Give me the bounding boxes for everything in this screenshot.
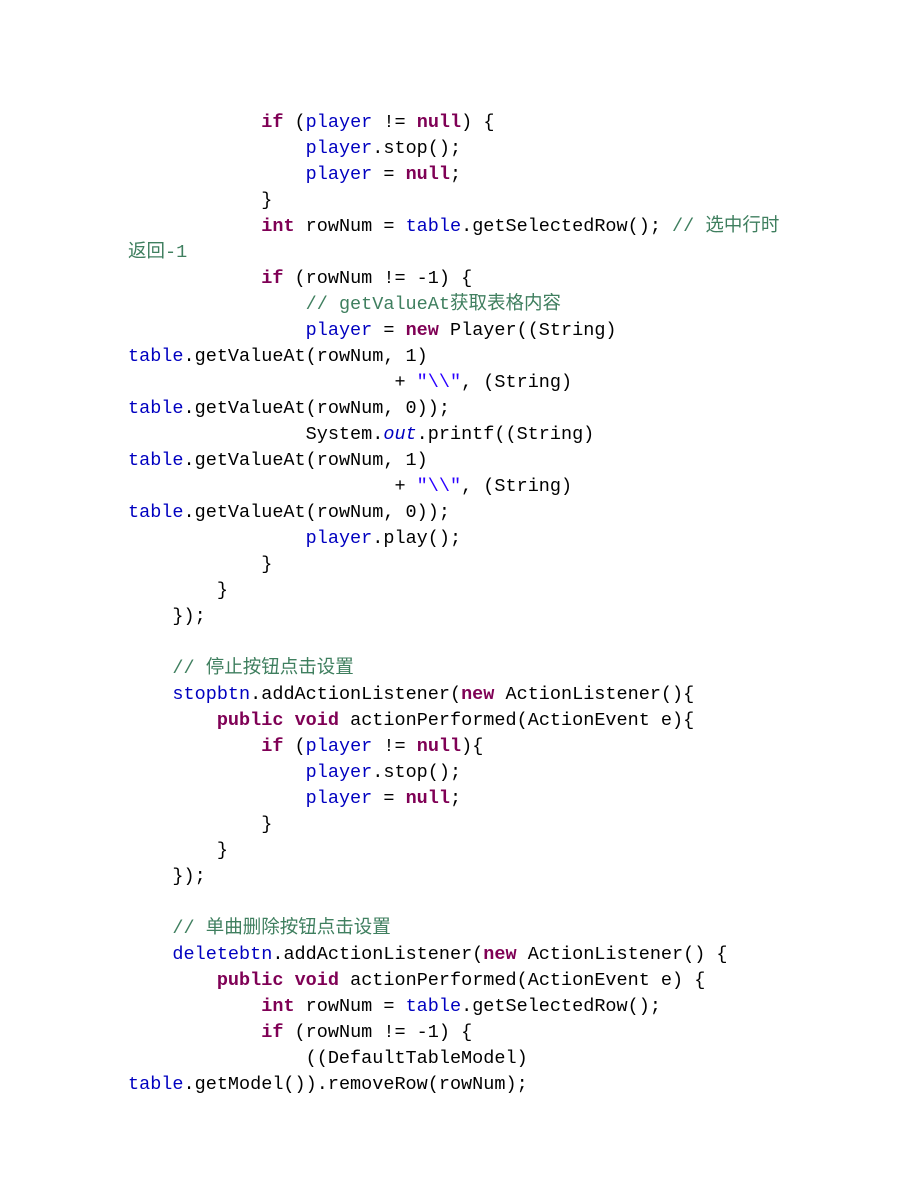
line: table.getValueAt(rowNum, 1)	[128, 450, 428, 471]
line: if (rowNum != -1) {	[128, 268, 472, 289]
line: + "\\", (String)	[128, 372, 583, 393]
line: + "\\", (String)	[128, 476, 583, 497]
line: if (rowNum != -1) {	[128, 1022, 472, 1043]
line: player = null;	[128, 164, 461, 185]
line: player.stop();	[128, 138, 461, 159]
line: }	[128, 814, 272, 835]
line: // getValueAt获取表格内容	[128, 294, 561, 315]
line: public void actionPerformed(ActionEvent …	[128, 710, 694, 731]
line: table.getValueAt(rowNum, 0));	[128, 398, 450, 419]
line: // 单曲删除按钮点击设置	[128, 918, 391, 939]
line: table.getModel()).removeRow(rowNum);	[128, 1074, 528, 1095]
line: if (player != null) {	[128, 112, 494, 133]
line: stopbtn.addActionListener(new ActionList…	[128, 684, 694, 705]
line: 返回-1	[128, 242, 187, 263]
line: table.getValueAt(rowNum, 0));	[128, 502, 450, 523]
line: }	[128, 840, 228, 861]
line: }	[128, 190, 272, 211]
line: // 停止按钮点击设置	[128, 658, 354, 679]
line: int rowNum = table.getSelectedRow(); // …	[128, 216, 779, 237]
line: player = null;	[128, 788, 461, 809]
line: int rowNum = table.getSelectedRow();	[128, 996, 661, 1017]
line: ((DefaultTableModel)	[128, 1048, 539, 1069]
line: }	[128, 580, 228, 601]
line: }	[128, 554, 272, 575]
line: player = new Player((String)	[128, 320, 628, 341]
line: player.stop();	[128, 762, 461, 783]
line: deletebtn.addActionListener(new ActionLi…	[128, 944, 728, 965]
code-block: if (player != null) { player.stop(); pla…	[0, 0, 920, 1158]
line: if (player != null){	[128, 736, 483, 757]
line: System.out.printf((String)	[128, 424, 605, 445]
line: table.getValueAt(rowNum, 1)	[128, 346, 428, 367]
line: });	[128, 606, 206, 627]
line: player.play();	[128, 528, 461, 549]
line: });	[128, 866, 206, 887]
line: public void actionPerformed(ActionEvent …	[128, 970, 705, 991]
